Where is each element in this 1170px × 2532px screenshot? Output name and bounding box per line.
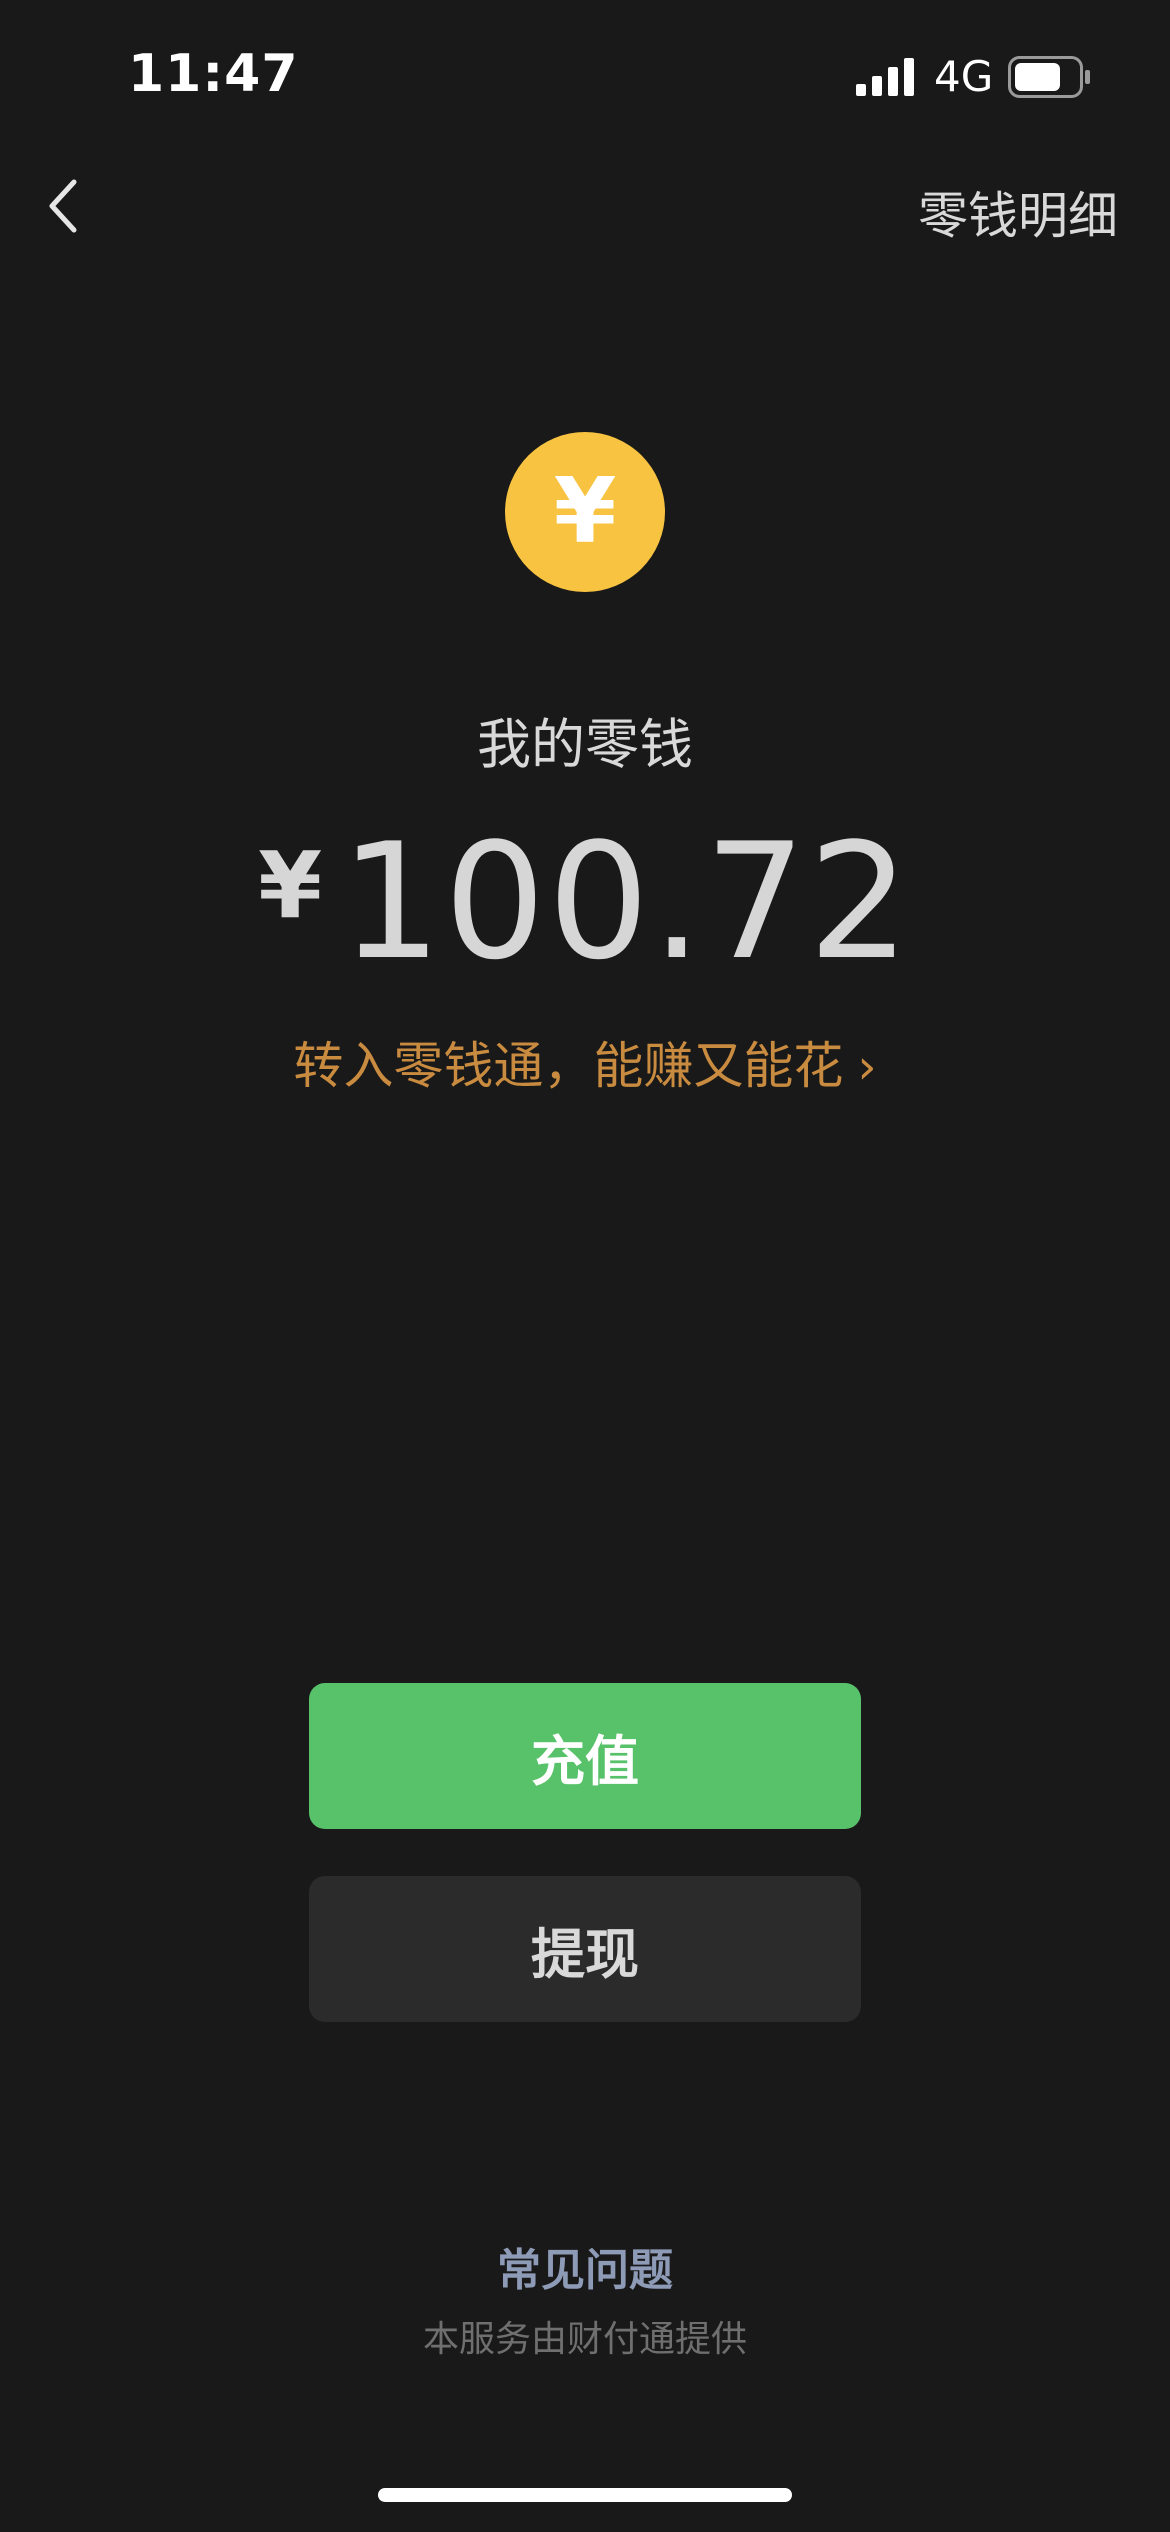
coin-icon: ¥	[505, 432, 665, 592]
withdraw-button[interactable]: 提现	[309, 1876, 861, 2022]
recharge-button[interactable]: 充值	[309, 1683, 861, 1829]
balance-amount: ¥100.72	[0, 808, 1170, 995]
balance-label: 我的零钱	[477, 713, 693, 776]
balance-value: 100.72	[340, 808, 912, 995]
battery-icon	[1008, 56, 1090, 98]
faq-link[interactable]: 常见问题	[0, 2234, 1170, 2298]
provider-note: 本服务由财付通提供	[422, 2319, 747, 2360]
network-type: 4G	[934, 52, 994, 101]
wallet-details-link[interactable]: 零钱明细	[918, 176, 1118, 248]
status-time: 11:47	[128, 44, 299, 104]
yuan-symbol: ¥	[553, 459, 617, 564]
promo-link[interactable]: 转入零钱通，能赚又能花 ›	[0, 1026, 1170, 1098]
recharge-label: 充值	[531, 1729, 639, 1793]
promo-text: 转入零钱通，能赚又能花	[293, 1037, 844, 1095]
signal-icon	[856, 58, 914, 96]
withdraw-label: 提现	[531, 1922, 639, 1986]
home-indicator[interactable]	[378, 2488, 792, 2502]
currency-symbol: ¥	[258, 832, 323, 939]
chevron-left-icon[interactable]	[44, 176, 84, 236]
chevron-right-icon: ›	[857, 1039, 877, 1095]
